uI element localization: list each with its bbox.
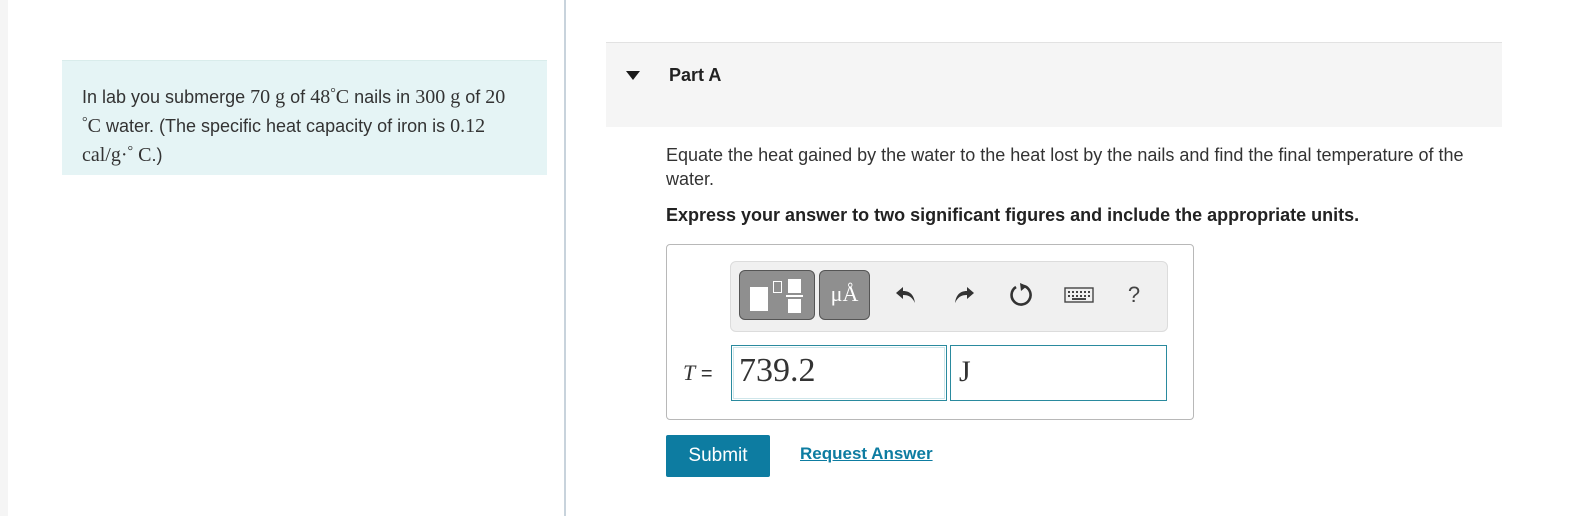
part-header[interactable]: Part A <box>606 42 1502 127</box>
part-instruction: Equate the heat gained by the water to t… <box>666 145 1464 189</box>
keyboard-icon <box>1064 287 1094 303</box>
units-icon: μÅ <box>830 281 859 306</box>
redo-icon <box>955 287 974 303</box>
water-temperature: 20 <box>485 86 506 108</box>
redo-button[interactable] <box>949 280 979 310</box>
template-fraction-icon <box>788 279 801 293</box>
water-mass: 300 <box>415 86 446 108</box>
pane-edge <box>0 0 8 516</box>
answer-format-instruction: Express your answer to two significant f… <box>666 205 1360 225</box>
problem-statement: In lab you submerge 70 g of 48 ° C nails i… <box>62 60 547 175</box>
keyboard-button[interactable] <box>1061 280 1097 310</box>
answer-variable-label: T = <box>683 360 713 386</box>
undo-button[interactable] <box>891 280 921 310</box>
collapse-triangle-icon[interactable] <box>626 71 640 80</box>
template-superscript-icon <box>773 281 782 293</box>
help-button[interactable]: ? <box>1119 280 1149 310</box>
problem-text: .) <box>151 145 163 165</box>
equals-sign: = <box>700 363 713 385</box>
templates-button[interactable] <box>739 270 815 320</box>
dot-operator: · <box>120 144 128 166</box>
unit-celsius: C <box>138 144 152 166</box>
template-box-icon <box>750 287 768 311</box>
answer-value-input[interactable]: 739.2 <box>731 345 947 401</box>
unit-celsius: C <box>335 86 350 108</box>
unit-celsius: C <box>87 115 101 137</box>
nail-mass: 70 <box>250 86 271 108</box>
undo-icon <box>896 287 915 303</box>
reset-button[interactable] <box>1006 280 1036 310</box>
request-answer-link[interactable]: Request Answer <box>800 444 933 464</box>
specific-heat-unit: cal/g <box>82 144 121 166</box>
problem-text: of <box>465 87 481 107</box>
nail-temperature: 48 <box>310 86 331 108</box>
specific-heat-value: 0.12 <box>450 115 486 137</box>
math-toolbar: μÅ ? <box>730 261 1168 332</box>
problem-pane: In lab you submerge 70 g of 48 ° C nails i… <box>0 0 566 516</box>
part-title: Part A <box>669 65 722 85</box>
template-fraction-icon <box>788 299 801 313</box>
answer-unit-input[interactable]: J <box>950 345 1167 401</box>
unit-grams: g <box>450 86 461 108</box>
help-icon: ? <box>1127 282 1141 307</box>
submit-button[interactable]: Submit <box>666 435 770 477</box>
problem-text: of <box>290 87 306 107</box>
problem-text: nails in <box>354 87 411 107</box>
template-fraction-bar-icon <box>786 295 803 297</box>
units-button[interactable]: μÅ <box>819 270 870 320</box>
unit-grams: g <box>275 86 286 108</box>
reset-icon <box>1010 283 1032 306</box>
answer-variable: T <box>683 360 696 385</box>
problem-text: In lab you submerge <box>82 87 246 107</box>
degree-symbol: ° <box>127 144 134 159</box>
problem-text: water. (The specific heat capacity of ir… <box>105 116 446 136</box>
